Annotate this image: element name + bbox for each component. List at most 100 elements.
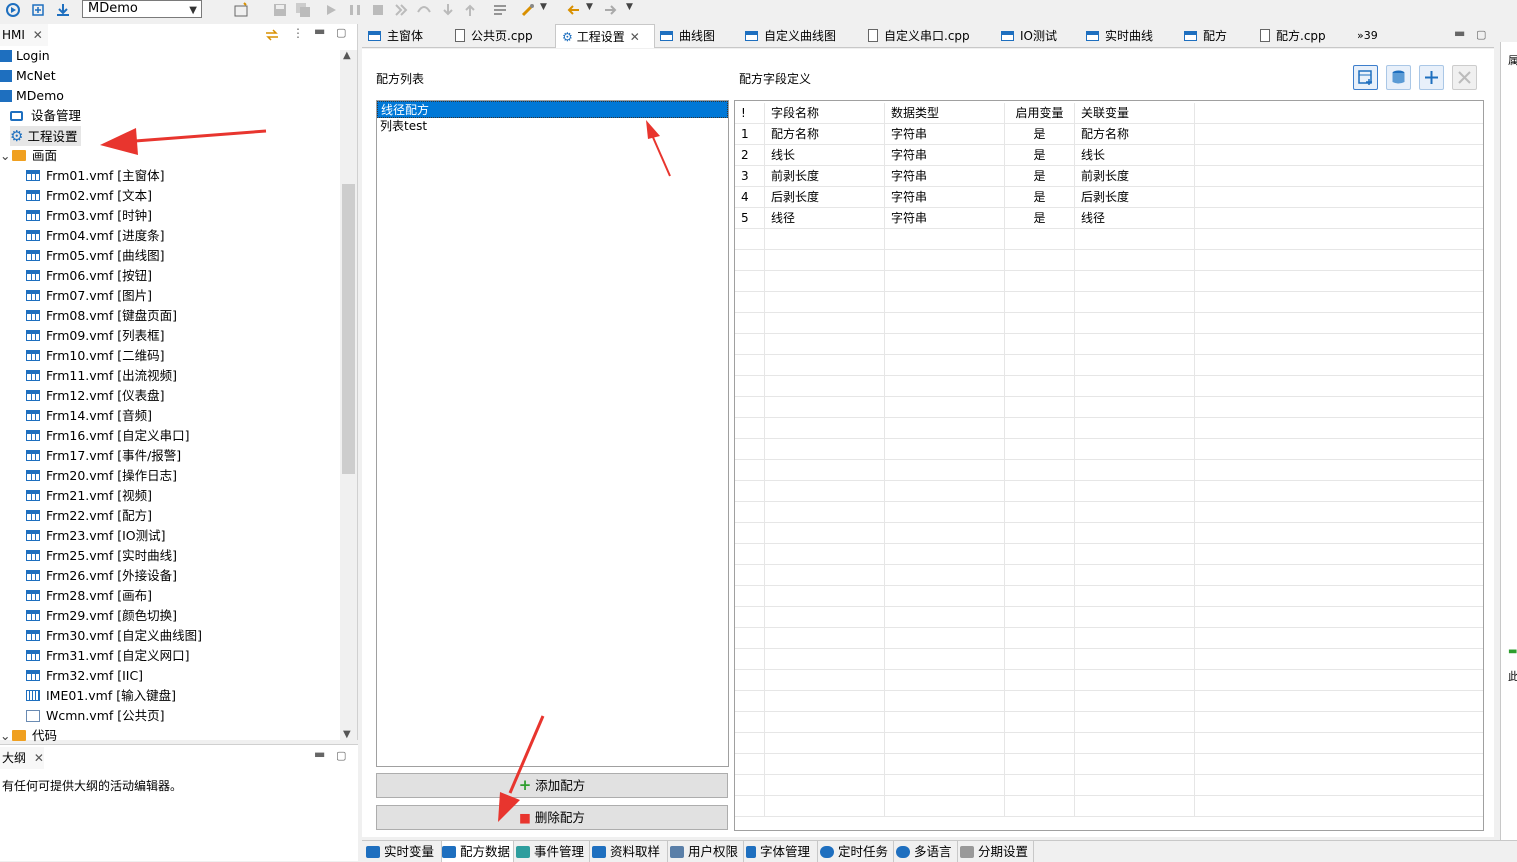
tree-item[interactable]: Frm25.vmf [实时曲线] bbox=[26, 546, 177, 566]
table-cell[interactable] bbox=[735, 691, 765, 712]
table-cell[interactable] bbox=[765, 712, 885, 733]
tree-item[interactable]: Login bbox=[0, 46, 50, 66]
tree-item[interactable]: Wcmn.vmf [公共页] bbox=[26, 706, 165, 726]
table-cell[interactable] bbox=[765, 229, 885, 250]
table-cell[interactable] bbox=[735, 376, 765, 397]
table-cell[interactable] bbox=[1195, 313, 1483, 334]
tree-item[interactable]: Frm11.vmf [出流视频] bbox=[26, 366, 177, 386]
table-cell[interactable]: 5 bbox=[735, 208, 765, 229]
table-cell[interactable] bbox=[885, 313, 1005, 334]
tab-timed-tasks[interactable]: 定时任务 bbox=[820, 841, 894, 862]
table-cell[interactable] bbox=[1075, 481, 1195, 502]
table-cell[interactable] bbox=[885, 460, 1005, 481]
table-cell[interactable] bbox=[735, 250, 765, 271]
table-cell[interactable] bbox=[1005, 292, 1075, 313]
table-cell[interactable] bbox=[1195, 481, 1483, 502]
table-cell[interactable] bbox=[1005, 733, 1075, 754]
table-cell[interactable] bbox=[735, 586, 765, 607]
close-icon[interactable]: ✕ bbox=[630, 30, 640, 44]
table-cell[interactable] bbox=[885, 481, 1005, 502]
table-cell[interactable] bbox=[765, 775, 885, 796]
table-cell[interactable] bbox=[1005, 796, 1075, 817]
tab-overflow[interactable]: »39 bbox=[1357, 24, 1378, 48]
maximize-icon[interactable]: ▢ bbox=[336, 749, 346, 762]
table-cell[interactable] bbox=[735, 523, 765, 544]
run-icon[interactable] bbox=[5, 2, 21, 18]
table-cell[interactable] bbox=[735, 334, 765, 355]
tool-icon[interactable] bbox=[520, 2, 536, 18]
recipe-list[interactable]: 线径配方 列表test bbox=[376, 100, 729, 767]
table-cell[interactable] bbox=[1005, 670, 1075, 691]
table-cell[interactable] bbox=[885, 754, 1005, 775]
table-cell[interactable] bbox=[735, 670, 765, 691]
tree-item[interactable]: Frm12.vmf [仪表盘] bbox=[26, 386, 164, 406]
table-cell[interactable]: 字符串 bbox=[885, 124, 1005, 145]
table-cell[interactable] bbox=[1005, 607, 1075, 628]
chevron-down-icon[interactable]: ⌄ bbox=[0, 146, 10, 166]
table-cell[interactable] bbox=[1195, 292, 1483, 313]
table-cell[interactable] bbox=[885, 355, 1005, 376]
table-cell[interactable] bbox=[1195, 355, 1483, 376]
table-cell[interactable] bbox=[1005, 754, 1075, 775]
tree-item[interactable]: Frm06.vmf [按钮] bbox=[26, 266, 152, 286]
table-cell[interactable] bbox=[1075, 796, 1195, 817]
table-cell[interactable]: 线长 bbox=[1075, 145, 1195, 166]
step-icon[interactable] bbox=[393, 2, 409, 18]
column-header[interactable]: 启用变量 bbox=[1005, 103, 1075, 124]
table-cell[interactable] bbox=[885, 607, 1005, 628]
tab-main-window[interactable]: 主窗体 bbox=[368, 24, 423, 48]
table-cell[interactable] bbox=[765, 544, 885, 565]
table-cell[interactable] bbox=[735, 355, 765, 376]
table-cell[interactable] bbox=[1005, 586, 1075, 607]
column-header[interactable]: 关联变量 bbox=[1075, 103, 1195, 124]
table-cell[interactable] bbox=[1195, 502, 1483, 523]
scroll-up-icon[interactable]: ▲ bbox=[343, 50, 351, 61]
table-cell[interactable] bbox=[1075, 586, 1195, 607]
build-icon[interactable] bbox=[30, 2, 46, 18]
tree-item[interactable]: Frm30.vmf [自定义曲线图] bbox=[26, 626, 202, 646]
tree-item[interactable]: Frm07.vmf [图片] bbox=[26, 286, 152, 306]
console-label[interactable]: 此 bbox=[1508, 668, 1517, 684]
table-cell[interactable]: 前剥长度 bbox=[765, 166, 885, 187]
table-cell[interactable] bbox=[765, 649, 885, 670]
table-cell[interactable] bbox=[765, 460, 885, 481]
table-cell[interactable] bbox=[1195, 124, 1483, 145]
step-return-icon[interactable] bbox=[462, 2, 478, 18]
table-cell[interactable] bbox=[765, 250, 885, 271]
table-cell[interactable] bbox=[1195, 250, 1483, 271]
column-header[interactable]: 数据类型 bbox=[885, 103, 1005, 124]
table-cell[interactable] bbox=[1005, 229, 1075, 250]
tree-item[interactable]: Frm02.vmf [文本] bbox=[26, 186, 152, 206]
table-cell[interactable] bbox=[765, 418, 885, 439]
tab-custom-serial-cpp[interactable]: 自定义串口.cpp bbox=[868, 24, 970, 48]
table-cell[interactable] bbox=[1195, 418, 1483, 439]
table-cell[interactable] bbox=[1195, 586, 1483, 607]
table-cell[interactable] bbox=[1005, 523, 1075, 544]
table-cell[interactable] bbox=[1195, 523, 1483, 544]
tree-item[interactable]: Frm31.vmf [自定义网口] bbox=[26, 646, 189, 666]
table-cell[interactable] bbox=[1195, 733, 1483, 754]
tree-item[interactable]: Frm03.vmf [时钟] bbox=[26, 206, 152, 226]
table-cell[interactable] bbox=[735, 313, 765, 334]
table-cell[interactable] bbox=[735, 439, 765, 460]
tree-item[interactable]: 设备管理 bbox=[10, 106, 81, 126]
table-cell[interactable] bbox=[885, 418, 1005, 439]
tree-item[interactable]: Frm01.vmf [主窗体] bbox=[26, 166, 164, 186]
project-combo[interactable]: MDemo ▼ bbox=[82, 0, 202, 18]
table-cell[interactable] bbox=[1005, 250, 1075, 271]
table-cell[interactable] bbox=[765, 523, 885, 544]
table-cell[interactable] bbox=[765, 271, 885, 292]
table-cell[interactable] bbox=[885, 397, 1005, 418]
hmi-panel-tab[interactable]: HMI ✕ bbox=[0, 24, 48, 46]
table-cell[interactable] bbox=[1005, 502, 1075, 523]
chevron-down-icon[interactable]: ▼ bbox=[189, 3, 197, 19]
minimize-icon[interactable]: ▬ bbox=[314, 747, 325, 761]
table-cell[interactable] bbox=[765, 691, 885, 712]
tree-item[interactable]: Frm28.vmf [画布] bbox=[26, 586, 152, 606]
tree-item[interactable]: McNet bbox=[0, 66, 56, 86]
tree-item[interactable]: Frm22.vmf [配方] bbox=[26, 506, 152, 526]
table-cell[interactable]: 字符串 bbox=[885, 145, 1005, 166]
table-cell[interactable] bbox=[765, 376, 885, 397]
tree-item[interactable]: Frm32.vmf [IIC] bbox=[26, 666, 143, 686]
table-cell[interactable]: 线径 bbox=[765, 208, 885, 229]
